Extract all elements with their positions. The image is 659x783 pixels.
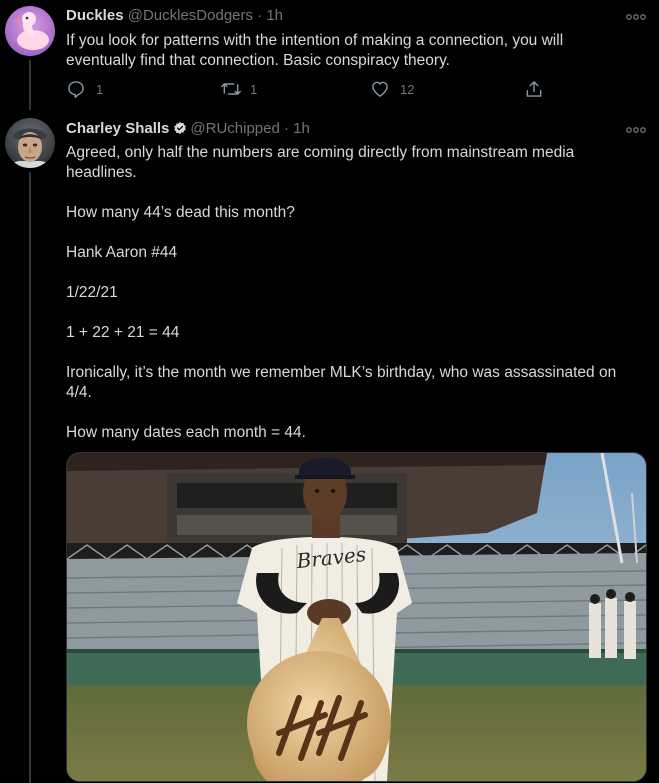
pink-duck-avatar-icon — [5, 6, 55, 56]
verified-badge-icon — [174, 121, 187, 135]
tweet-paragraph: Agreed, only half the numbers are coming… — [66, 144, 579, 181]
thread-line — [29, 172, 31, 783]
timestamp[interactable]: 1h — [293, 120, 310, 137]
separator: · — [284, 120, 289, 137]
avatar[interactable] — [5, 6, 55, 56]
reply-count: 1 — [96, 81, 104, 97]
tweet-header: Duckles @DucklesDodgers · 1h — [66, 6, 283, 26]
man-portrait-avatar-icon — [5, 118, 55, 168]
reply-icon — [68, 81, 84, 99]
separator: · — [257, 7, 263, 24]
tweet-duckles[interactable]: Duckles @DucklesDodgers · 1h If you look… — [0, 0, 659, 110]
more-options-button[interactable] — [625, 10, 647, 22]
reply-button[interactable]: 1 — [66, 78, 103, 100]
display-name[interactable]: Charley Shalls — [66, 120, 169, 137]
tweet-header: Charley Shalls @RUchipped · 1h — [66, 119, 310, 139]
user-handle[interactable]: @RUchipped — [190, 120, 279, 137]
tweet-paragraph: Hank Aaron #44 — [66, 244, 178, 261]
more-dots-icon — [626, 127, 646, 133]
display-name[interactable]: Duckles — [66, 7, 124, 24]
tweet-text: Agreed, only half the numbers are coming… — [66, 143, 636, 443]
tweet-paragraph: How many 44’s dead this month? — [66, 204, 295, 221]
tweet-paragraph: Ironically, it’s the month we remember M… — [66, 364, 621, 401]
retweet-icon — [221, 83, 241, 95]
more-options-button[interactable] — [625, 123, 647, 135]
tweet-paragraph: 1/22/21 — [66, 284, 118, 301]
tweet-text: If you look for patterns with the intent… — [66, 32, 564, 69]
avatar[interactable] — [5, 118, 55, 168]
retweet-button[interactable]: 1 — [220, 78, 257, 100]
user-handle[interactable]: @DucklesDodgers — [128, 7, 253, 24]
more-dots-icon — [626, 14, 646, 20]
share-icon — [526, 81, 542, 97]
tweet-photo[interactable]: Braves — [66, 452, 647, 782]
tweet-paragraph: How many dates each month = 44. — [66, 424, 306, 441]
like-button[interactable]: 12 — [370, 78, 414, 100]
tweet-actions: 1 1 12 — [66, 78, 546, 100]
thread-line — [29, 60, 31, 110]
like-count: 12 — [400, 81, 415, 97]
heart-icon — [372, 81, 388, 97]
timestamp[interactable]: 1h — [266, 7, 283, 24]
baseball-player-photo: Braves — [67, 453, 646, 781]
share-button[interactable] — [524, 78, 544, 100]
tweet-paragraph: 1 + 22 + 21 = 44 — [66, 324, 180, 341]
retweet-count: 1 — [250, 81, 258, 97]
